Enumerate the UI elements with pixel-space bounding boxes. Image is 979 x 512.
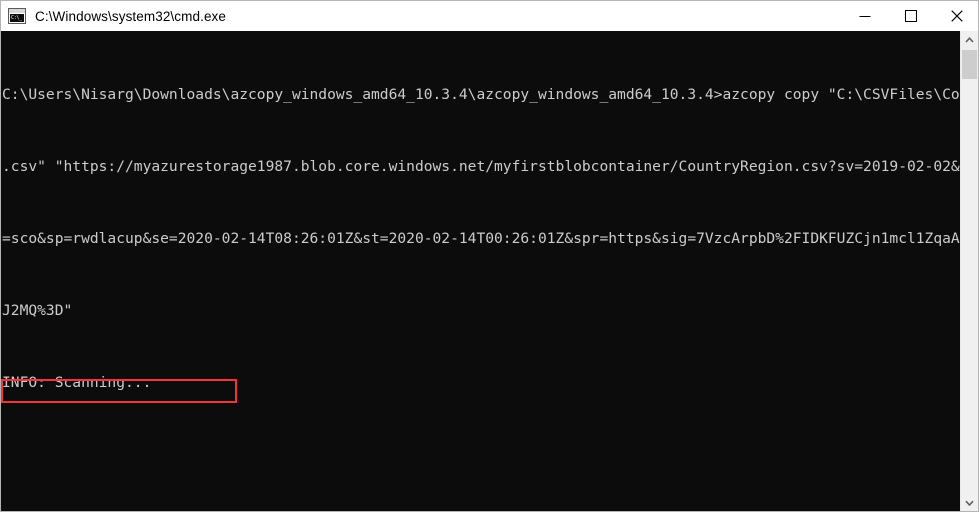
terminal-line: C:\Users\Nisarg\Downloads\azcopy_windows… — [2, 86, 962, 103]
chevron-down-icon — [965, 500, 974, 506]
minimize-button[interactable] — [842, 2, 888, 31]
vertical-scrollbar[interactable] — [960, 31, 978, 511]
terminal-line: =sco&sp=rwdlacup&se=2020-02-14T08:26:01Z… — [2, 230, 962, 247]
close-icon — [951, 10, 963, 22]
scrollbar-thumb[interactable] — [962, 50, 977, 79]
maximize-icon — [905, 10, 917, 22]
scrollbar-track[interactable] — [961, 49, 978, 494]
window-title: C:\Windows\system32\cmd.exe — [35, 8, 227, 24]
terminal-line: J2MQ%3D" — [2, 302, 73, 319]
terminal-line: .csv" "https://myazurestorage1987.blob.c… — [2, 158, 962, 175]
scroll-down-button[interactable] — [961, 494, 978, 511]
minimize-icon — [859, 16, 871, 17]
cmd-console-icon: C:\_ — [8, 8, 26, 24]
terminal-text: C:\Users\Nisarg\Downloads\azcopy_windows… — [1, 35, 962, 511]
console-output-area[interactable]: C:\Users\Nisarg\Downloads\azcopy_windows… — [1, 31, 962, 511]
chevron-up-icon — [965, 37, 974, 43]
cmd-console-icon-screen: C:\_ — [10, 14, 24, 22]
terminal-line: INFO: Scanning... — [2, 374, 152, 391]
maximize-button[interactable] — [888, 2, 934, 31]
cmd-console-icon-titlebar — [9, 9, 25, 13]
title-bar[interactable]: C:\_ C:\Windows\system32\cmd.exe — [1, 1, 978, 32]
scroll-up-button[interactable] — [961, 31, 978, 49]
close-button[interactable] — [934, 2, 978, 31]
cmd-window: C:\_ C:\Windows\system32\cmd.exe C:\User… — [0, 0, 979, 512]
